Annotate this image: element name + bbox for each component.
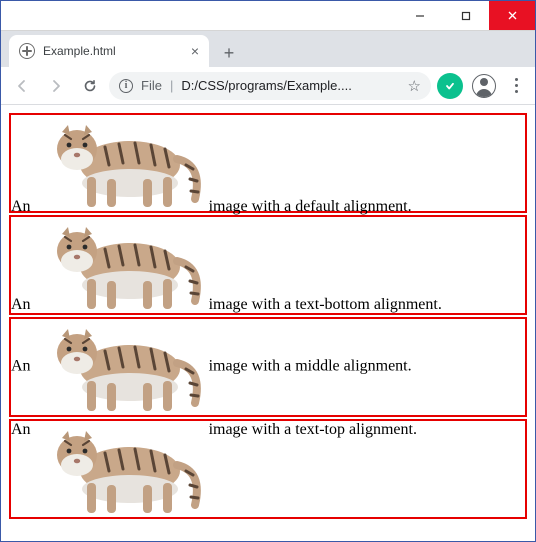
window-maximize-button[interactable] (443, 1, 489, 30)
window-titlebar (1, 1, 535, 31)
globe-icon (19, 43, 35, 59)
url-scheme-label: File (141, 78, 162, 93)
row-text-before: An (11, 421, 31, 438)
new-tab-button[interactable]: + (215, 39, 243, 67)
extension-badge-icon (437, 73, 463, 99)
row-text-before: An (11, 198, 31, 215)
kebab-dot-icon (515, 78, 518, 81)
tab-close-icon[interactable]: × (191, 44, 199, 58)
close-icon (507, 10, 518, 21)
tab-title: Example.html (43, 44, 183, 58)
alignment-example-row: An image with a middle alignment. (9, 317, 527, 417)
profile-button[interactable] (469, 71, 499, 101)
bookmark-star-icon[interactable]: ☆ (408, 77, 421, 95)
arrow-left-icon (14, 78, 30, 94)
url-path: D:/CSS/programs/Example.... (181, 78, 399, 93)
row-text-before: An (11, 296, 31, 313)
avatar-icon (472, 74, 496, 98)
alignment-example-row: An image with a default alignment. (9, 113, 527, 213)
reload-icon (82, 78, 98, 94)
browser-toolbar: i File | D:/CSS/programs/Example.... ☆ (1, 67, 535, 105)
reload-button[interactable] (75, 71, 105, 101)
alignment-example-row: An image with a text-bottom alignment. (9, 215, 527, 315)
row-text-after: image with a default alignment. (209, 198, 412, 215)
window-close-button[interactable] (489, 1, 535, 30)
plus-icon: + (224, 43, 235, 64)
tiger-image (35, 319, 205, 415)
browser-tab-active[interactable]: Example.html × (9, 35, 209, 67)
window-minimize-button[interactable] (397, 1, 443, 30)
address-bar[interactable]: i File | D:/CSS/programs/Example.... ☆ (109, 72, 431, 100)
alignment-example-row: An image with a text-top alignment. (9, 419, 527, 519)
minimize-icon (415, 11, 425, 21)
row-text-before: An (11, 358, 31, 375)
extension-button[interactable] (435, 71, 465, 101)
kebab-dot-icon (515, 84, 518, 87)
example-rows: An image with a default alignment.An ima… (9, 113, 527, 519)
back-button[interactable] (7, 71, 37, 101)
tiger-image (35, 115, 205, 211)
row-text-after: image with a text-top alignment. (209, 421, 417, 438)
browser-menu-button[interactable] (503, 71, 529, 101)
tiger-image (35, 217, 205, 313)
info-icon: i (119, 79, 133, 93)
url-separator: | (170, 78, 173, 93)
kebab-dot-icon (515, 90, 518, 93)
forward-button[interactable] (41, 71, 71, 101)
browser-tabstrip: Example.html × + (1, 31, 535, 67)
row-text-after: image with a text-bottom alignment. (209, 296, 442, 313)
maximize-icon (461, 11, 471, 21)
page-viewport: An image with a default alignment.An ima… (1, 105, 535, 541)
arrow-right-icon (48, 78, 64, 94)
row-text-after: image with a middle alignment. (209, 358, 412, 375)
tiger-image (35, 421, 205, 517)
